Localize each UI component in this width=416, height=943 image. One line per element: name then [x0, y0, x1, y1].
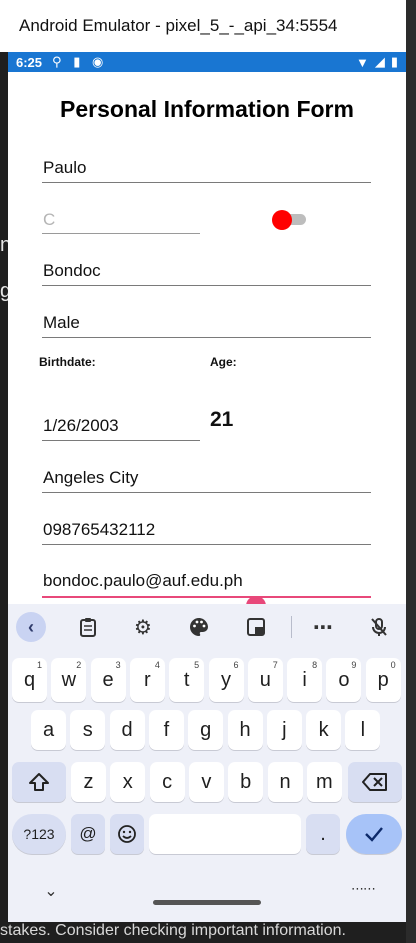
mic-off-icon[interactable]: [364, 612, 394, 642]
key-label: o: [338, 668, 350, 691]
key-hint: 0: [390, 660, 396, 670]
key-hint: 1: [36, 660, 42, 670]
key-s[interactable]: s: [70, 710, 106, 750]
clipboard-icon[interactable]: [73, 612, 103, 642]
first-name-field[interactable]: Paulo: [42, 158, 371, 183]
key-q[interactable]: 1q: [12, 658, 47, 702]
key-label: t: [183, 668, 190, 691]
key-f[interactable]: f: [148, 710, 184, 750]
device-screen: 6:25 ⚲ ▮ ◉ ▼ ◢ ▮ Personal Information Fo…: [8, 52, 406, 922]
key-b[interactable]: b: [228, 762, 264, 802]
key-i[interactable]: 8i: [287, 658, 323, 702]
toggle-switch[interactable]: [272, 210, 292, 230]
key-v[interactable]: v: [188, 762, 224, 802]
enter-check-key[interactable]: [346, 814, 402, 854]
usb-icon: ⚲: [52, 54, 62, 69]
signal-icon: ◢: [374, 54, 385, 69]
key-x[interactable]: x: [110, 762, 146, 802]
background-footer-text: stakes. Consider checking important info…: [0, 922, 346, 939]
key-label: i: [302, 668, 307, 691]
key-n[interactable]: n: [267, 762, 303, 802]
wifi-icon: ▼: [355, 54, 369, 70]
key-z[interactable]: z: [71, 762, 106, 802]
emoji-key[interactable]: [110, 814, 144, 854]
more-options-icon[interactable]: ⋯: [308, 612, 338, 642]
symbols-key[interactable]: ?123: [12, 814, 66, 854]
key-c[interactable]: c: [149, 762, 185, 802]
key-label: u: [259, 668, 271, 691]
status-bar: 6:25 ⚲ ▮ ◉ ▼ ◢ ▮: [8, 52, 406, 72]
key-hint: 7: [272, 660, 278, 670]
period-key[interactable]: .: [306, 814, 340, 854]
shift-key[interactable]: [12, 762, 66, 802]
settings-gear-icon[interactable]: ⚙: [128, 612, 158, 642]
key-j[interactable]: j: [266, 710, 302, 750]
key-l[interactable]: l: [345, 710, 381, 750]
address-field[interactable]: Angeles City: [42, 468, 371, 493]
sd-card-icon: ▮: [73, 54, 81, 69]
key-u[interactable]: 7u: [247, 658, 283, 702]
last-name-field[interactable]: Bondoc: [42, 261, 371, 286]
email-field[interactable]: bondoc.paulo@auf.edu.ph: [42, 571, 371, 598]
key-hint: 9: [351, 660, 357, 670]
floating-keyboard-icon[interactable]: [241, 612, 271, 642]
key-hint: 6: [233, 660, 239, 670]
key-hint: 5: [194, 660, 200, 670]
gender-field[interactable]: Male: [42, 313, 371, 338]
key-m[interactable]: m: [306, 762, 342, 802]
backspace-key[interactable]: [348, 762, 402, 802]
key-k[interactable]: k: [306, 710, 342, 750]
window-title: Android Emulator - pixel_5_-_api_34:5554: [19, 16, 338, 35]
at-key[interactable]: @: [71, 814, 105, 854]
key-label: y: [221, 668, 231, 691]
key-a[interactable]: a: [31, 710, 66, 750]
collapse-toolbar-icon[interactable]: ‹: [16, 612, 46, 642]
age-label: Age:: [210, 355, 237, 369]
key-label: e: [102, 668, 114, 691]
key-hint: 4: [154, 660, 160, 670]
emulator-side-strip: [406, 0, 416, 943]
key-h[interactable]: h: [227, 710, 263, 750]
key-label: q: [23, 668, 36, 691]
key-g[interactable]: g: [188, 710, 224, 750]
birthdate-label: Birthdate:: [39, 355, 96, 369]
form-title: Personal Information Form: [60, 96, 354, 122]
key-o[interactable]: 9o: [326, 658, 362, 702]
key-label: p: [377, 668, 389, 691]
home-gesture-pill[interactable]: [153, 900, 261, 905]
emulator-title-bar: Android Emulator - pixel_5_-_api_34:5554: [0, 0, 406, 52]
key-label: w: [61, 668, 77, 691]
key-label: r: [144, 668, 151, 691]
key-d[interactable]: d: [109, 710, 145, 750]
key-hint: 3: [115, 660, 121, 670]
key-t[interactable]: 5t: [169, 658, 205, 702]
toolbar-divider: [291, 616, 292, 638]
battery-icon: ▮: [390, 54, 398, 69]
keyboard-grid-icon[interactable]: ⋯⋯: [348, 874, 378, 904]
middle-initial-field[interactable]: C: [42, 210, 200, 234]
chevron-down-icon[interactable]: ⌄: [36, 876, 66, 906]
key-y[interactable]: 6y: [208, 658, 244, 702]
key-w[interactable]: 2w: [51, 658, 87, 702]
phone-field[interactable]: 098765432112: [42, 520, 371, 545]
birthdate-field[interactable]: 1/26/2003: [42, 416, 200, 441]
key-r[interactable]: 4r: [129, 658, 165, 702]
space-key[interactable]: [149, 814, 301, 854]
theme-palette-icon[interactable]: [184, 612, 214, 642]
age-value: 21: [210, 408, 234, 431]
status-time: 6:25: [16, 54, 43, 70]
key-hint: 8: [312, 660, 318, 670]
key-p[interactable]: 0p: [365, 658, 401, 702]
navigation-bar: ⌄ ⋯⋯: [8, 870, 406, 922]
keyboard-toolbar: ‹ ⚙ ⋯: [8, 604, 406, 648]
key-hint: 2: [76, 660, 82, 670]
sync-icon: ◉: [91, 54, 104, 69]
key-e[interactable]: 3e: [90, 658, 126, 702]
